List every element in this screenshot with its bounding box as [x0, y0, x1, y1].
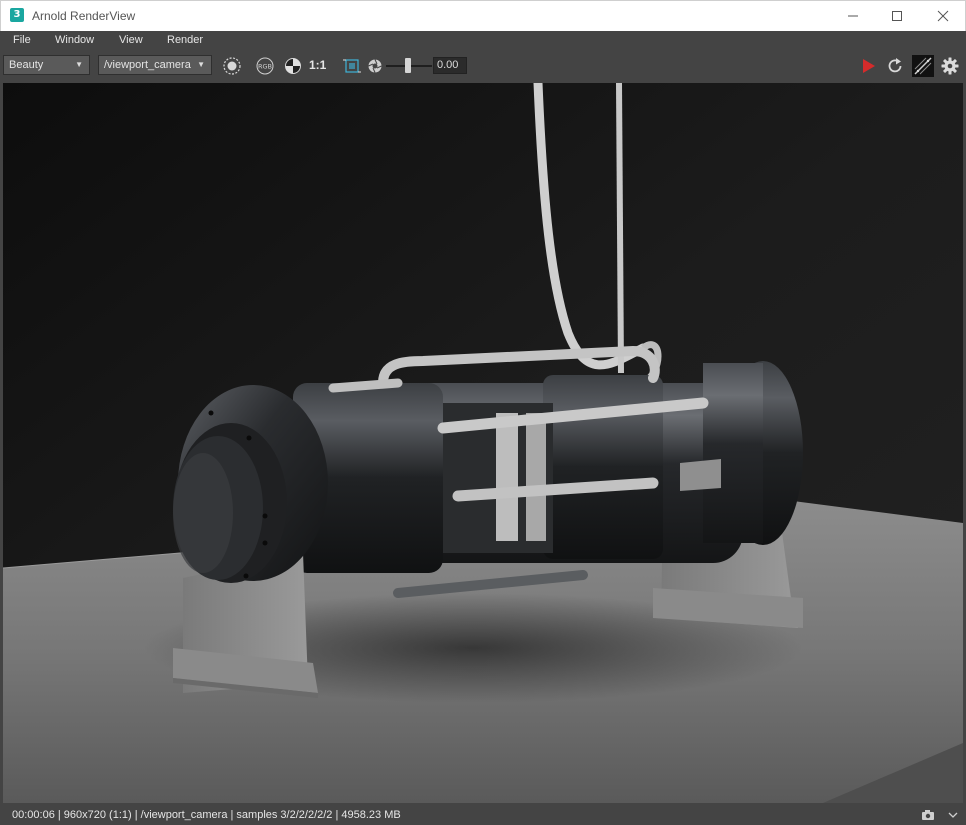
- checker-icon[interactable]: [282, 55, 304, 77]
- display-circle-icon[interactable]: [221, 55, 243, 77]
- minimize-button[interactable]: [830, 1, 876, 31]
- maximize-icon: [892, 11, 902, 21]
- svg-text:RGB: RGB: [258, 63, 272, 71]
- aov-dropdown-value: Beauty: [9, 59, 44, 71]
- toolbar: Beauty ▼ /viewport_camera ▼ RGB 1:1 0.00: [0, 51, 966, 81]
- maximize-button[interactable]: [874, 1, 920, 31]
- close-button[interactable]: [920, 1, 966, 31]
- status-text: 00:00:06 | 960x720 (1:1) | /viewport_cam…: [12, 809, 401, 821]
- chevron-down-icon[interactable]: [946, 808, 960, 822]
- rgb-channel-icon[interactable]: RGB: [254, 55, 276, 77]
- render-play-icon[interactable]: [857, 55, 879, 77]
- debug-shading-icon[interactable]: [911, 54, 935, 78]
- menu-file[interactable]: File: [13, 34, 31, 46]
- refresh-icon[interactable]: [884, 55, 906, 77]
- render-image: [3, 83, 963, 803]
- status-bar: 00:00:06 | 960x720 (1:1) | /viewport_cam…: [0, 805, 966, 825]
- exposure-slider-handle[interactable]: [405, 58, 411, 73]
- menu-window[interactable]: Window: [55, 34, 94, 46]
- chevron-down-icon: ▼: [75, 60, 83, 69]
- menu-bar: File Window View Render: [0, 31, 966, 52]
- title-bar: 3 Arnold RenderView: [0, 0, 966, 31]
- menu-render[interactable]: Render: [167, 34, 203, 46]
- camera-dropdown[interactable]: /viewport_camera ▼: [98, 55, 212, 75]
- ratio-label[interactable]: 1:1: [309, 58, 326, 72]
- camera-dropdown-value: /viewport_camera: [104, 59, 191, 71]
- aperture-icon[interactable]: [365, 55, 385, 77]
- arnold-app-icon: 3: [10, 8, 24, 22]
- chevron-down-icon: ▼: [197, 60, 205, 69]
- render-viewport[interactable]: [3, 83, 963, 803]
- settings-gear-icon[interactable]: [939, 55, 961, 77]
- window-title: Arnold RenderView: [32, 9, 136, 23]
- close-icon: [937, 10, 949, 22]
- minimize-icon: [848, 15, 858, 17]
- menu-view[interactable]: View: [119, 34, 143, 46]
- exposure-field[interactable]: 0.00: [433, 57, 467, 74]
- snapshot-camera-icon[interactable]: [920, 808, 936, 822]
- region-crop-icon[interactable]: [341, 55, 363, 77]
- aov-dropdown[interactable]: Beauty ▼: [3, 55, 90, 75]
